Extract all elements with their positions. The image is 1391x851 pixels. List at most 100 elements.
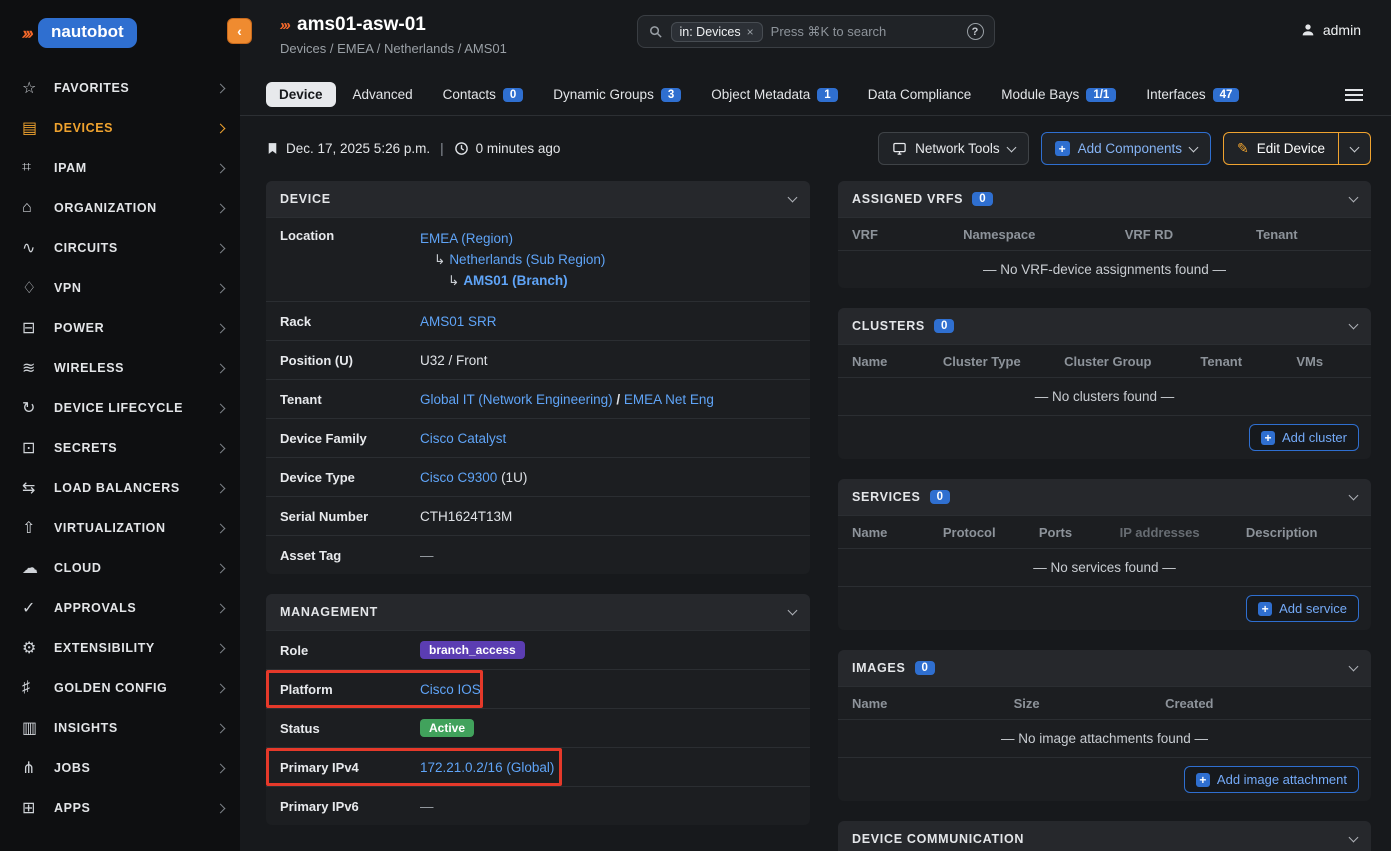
column-header[interactable]: VRF RD bbox=[1125, 227, 1256, 242]
sidebar-item-extensibility[interactable]: ⚙ EXTENSIBILITY bbox=[0, 628, 240, 668]
chevron-right-icon bbox=[216, 803, 226, 813]
column-header[interactable]: Protocol bbox=[943, 525, 1039, 540]
device-type-link[interactable]: Cisco C9300 bbox=[420, 470, 497, 485]
column-header[interactable]: Namespace bbox=[963, 227, 1125, 242]
tab-object-metadata[interactable]: Object Metadata 1 bbox=[698, 82, 850, 107]
column-header[interactable]: Name bbox=[852, 354, 943, 369]
nautobot-logo[interactable]: ››› nautobot bbox=[0, 0, 240, 62]
panel-title: DEVICE COMMUNICATION bbox=[852, 832, 1024, 846]
search-filter-label: in: Devices bbox=[680, 25, 741, 39]
column-header[interactable]: VMs bbox=[1296, 354, 1357, 369]
sidebar-item-circuits[interactable]: ∿ CIRCUITS bbox=[0, 228, 240, 268]
user-menu[interactable]: admin bbox=[1300, 22, 1361, 38]
tenant-group-link[interactable]: Global IT (Network Engineering) bbox=[420, 392, 613, 407]
platform-row: Platform Cisco IOS bbox=[266, 669, 810, 708]
sidebar-item-power[interactable]: ⊟ POWER bbox=[0, 308, 240, 348]
device-communication-panel-header[interactable]: DEVICE COMMUNICATION bbox=[838, 821, 1371, 851]
sidebar-item-jobs[interactable]: ⋔ JOBS bbox=[0, 748, 240, 788]
sidebar-item-label: CIRCUITS bbox=[54, 241, 217, 255]
tab-advanced[interactable]: Advanced bbox=[340, 82, 426, 107]
help-icon[interactable]: ? bbox=[967, 23, 984, 40]
tab-overflow-menu-icon[interactable] bbox=[1345, 94, 1363, 96]
panel-title: IMAGES bbox=[852, 661, 906, 675]
search-placeholder: Press ⌘K to search bbox=[771, 24, 887, 40]
subregion-link[interactable]: Netherlands (Sub Region) bbox=[449, 252, 605, 267]
column-header[interactable]: Name bbox=[852, 525, 943, 540]
close-icon[interactable]: × bbox=[747, 25, 754, 39]
services-panel-header[interactable]: SERVICES 0 bbox=[838, 479, 1371, 515]
column-header[interactable]: Name bbox=[852, 696, 1014, 711]
device-panel-header[interactable]: DEVICE bbox=[266, 181, 810, 217]
sidebar-item-cloud[interactable]: ☁ CLOUD bbox=[0, 548, 240, 588]
column-header[interactable]: Tenant bbox=[1256, 227, 1357, 242]
serial-number-row: Serial Number CTH1624T13M bbox=[266, 496, 810, 535]
add-service-button[interactable]: + Add service bbox=[1246, 595, 1359, 622]
column-header[interactable]: Description bbox=[1246, 525, 1357, 540]
sidebar-item-device-lifecycle[interactable]: ↻ DEVICE LIFECYCLE bbox=[0, 388, 240, 428]
images-panel-header[interactable]: IMAGES 0 bbox=[838, 650, 1371, 686]
primary-ipv4-link[interactable]: 172.21.0.2/16 bbox=[420, 760, 503, 775]
row-label: Serial Number bbox=[280, 509, 420, 524]
edit-device-button[interactable]: ✎ Edit Device bbox=[1223, 132, 1339, 165]
column-header[interactable]: VRF bbox=[852, 227, 963, 242]
column-header[interactable]: Ports bbox=[1039, 525, 1120, 540]
sidebar-item-ipam[interactable]: ⌗ IPAM bbox=[0, 148, 240, 188]
assigned-vrfs-panel-header[interactable]: ASSIGNED VRFS 0 bbox=[838, 181, 1371, 217]
tab-dynamic-groups[interactable]: Dynamic Groups 3 bbox=[540, 82, 694, 107]
sidebar-item-devices[interactable]: ▤ DEVICES bbox=[0, 108, 240, 148]
sidebar-item-apps[interactable]: ⊞ APPS bbox=[0, 788, 240, 828]
tab-badge: 0 bbox=[503, 88, 523, 102]
network-tools-button[interactable]: Network Tools bbox=[878, 132, 1029, 165]
sidebar-item-load-balancers[interactable]: ⇆ LOAD BALANCERS bbox=[0, 468, 240, 508]
platform-link[interactable]: Cisco IOS bbox=[420, 682, 481, 697]
sidebar-collapse-button[interactable]: ‹ bbox=[227, 18, 252, 44]
tab-interfaces[interactable]: Interfaces 47 bbox=[1133, 82, 1252, 107]
sidebar-item-golden-config[interactable]: ♯ GOLDEN CONFIG bbox=[0, 668, 240, 708]
role-badge[interactable]: branch_access bbox=[420, 641, 525, 659]
add-cluster-button[interactable]: + Add cluster bbox=[1249, 424, 1359, 451]
tab-data-compliance[interactable]: Data Compliance bbox=[855, 82, 985, 107]
edit-device-dropdown-button[interactable] bbox=[1339, 132, 1371, 165]
sidebar-item-organization[interactable]: ⌂ ORGANIZATION bbox=[0, 188, 240, 228]
breadcrumb[interactable]: Devices / EMEA / Netherlands / AMS01 bbox=[280, 41, 507, 56]
sidebar-item-favorites[interactable]: ☆ FAVORITES bbox=[0, 68, 240, 108]
chevron-right-icon bbox=[216, 563, 226, 573]
sidebar-item-insights[interactable]: ▥ INSIGHTS bbox=[0, 708, 240, 748]
global-search-input[interactable]: in: Devices × Press ⌘K to search ? bbox=[637, 15, 995, 48]
namespace-link[interactable]: (Global) bbox=[506, 760, 554, 775]
sidebar-item-wireless[interactable]: ≋ WIRELESS bbox=[0, 348, 240, 388]
column-header[interactable]: Size bbox=[1014, 696, 1166, 711]
add-components-button[interactable]: + Add Components bbox=[1041, 132, 1211, 165]
column-header[interactable]: Cluster Type bbox=[943, 354, 1064, 369]
branch-link[interactable]: AMS01 (Branch) bbox=[463, 273, 567, 288]
tenant-link[interactable]: EMEA Net Eng bbox=[624, 392, 714, 407]
search-filter-chip[interactable]: in: Devices × bbox=[671, 22, 763, 42]
sidebar-item-approvals[interactable]: ✓ APPROVALS bbox=[0, 588, 240, 628]
add-cluster-label: Add cluster bbox=[1282, 430, 1347, 445]
tab-module-bays[interactable]: Module Bays 1/1 bbox=[988, 82, 1129, 107]
column-header[interactable]: Created bbox=[1165, 696, 1357, 711]
rack-link[interactable]: AMS01 SRR bbox=[420, 314, 497, 329]
tab-device[interactable]: Device bbox=[266, 82, 336, 107]
sidebar-item-secrets[interactable]: ⊡ SECRETS bbox=[0, 428, 240, 468]
management-panel-header[interactable]: MANAGEMENT bbox=[266, 594, 810, 630]
column-header[interactable]: Cluster Group bbox=[1064, 354, 1200, 369]
monitor-icon bbox=[892, 141, 907, 156]
add-image-attachment-button[interactable]: + Add image attachment bbox=[1184, 766, 1359, 793]
chevron-down-icon bbox=[1349, 320, 1359, 330]
clusters-panel: CLUSTERS 0 Name Cluster Type Cluster Gro… bbox=[838, 308, 1371, 459]
sidebar-item-virtualization[interactable]: ⇧ VIRTUALIZATION bbox=[0, 508, 240, 548]
sidebar-item-label: LOAD BALANCERS bbox=[54, 481, 217, 495]
sidebar-item-label: VIRTUALIZATION bbox=[54, 521, 217, 535]
bookmark-icon[interactable] bbox=[266, 141, 279, 156]
tab-badge: 1 bbox=[817, 88, 837, 102]
region-link[interactable]: EMEA (Region) bbox=[420, 231, 513, 246]
status-badge[interactable]: Active bbox=[420, 719, 474, 737]
sidebar-nav: ☆ FAVORITES ▤ DEVICES ⌗ IPAM ⌂ ORGANIZAT… bbox=[0, 62, 240, 851]
clusters-panel-header[interactable]: CLUSTERS 0 bbox=[838, 308, 1371, 344]
column-header[interactable]: Tenant bbox=[1200, 354, 1296, 369]
sidebar-item-vpn[interactable]: ♢ VPN bbox=[0, 268, 240, 308]
tab-contacts[interactable]: Contacts 0 bbox=[430, 82, 537, 107]
device-family-link[interactable]: Cisco Catalyst bbox=[420, 431, 506, 446]
gear-icon: ⚙ bbox=[22, 638, 48, 658]
